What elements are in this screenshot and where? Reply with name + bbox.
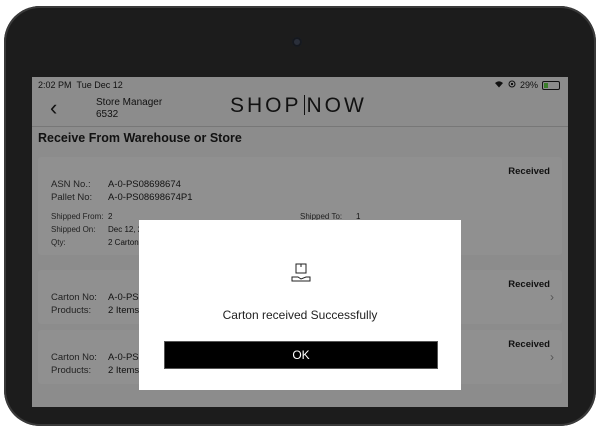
shipped-from-label: Shipped From: — [51, 212, 104, 221]
app-header: ‹ Store Manager 6532 SHOP NOW — [32, 93, 568, 125]
header-divider — [32, 126, 568, 127]
carton-label: Carton No: — [51, 352, 97, 363]
battery-percent: 29% — [519, 80, 538, 90]
chevron-right-icon[interactable]: › — [550, 350, 554, 364]
pallet-value: A-0-PS08698674P1 — [108, 192, 193, 203]
asn-value: A-0-PS08698674 — [108, 179, 181, 190]
status-badge: Received — [508, 339, 550, 350]
products-value: 2 Items — [108, 365, 140, 376]
status-badge: Received — [508, 166, 550, 177]
wifi-icon — [494, 80, 504, 90]
store-title: Store Manager — [96, 97, 163, 108]
shipped-on-value: Dec 12, 2 — [108, 225, 143, 234]
products-label: Products: — [51, 305, 92, 316]
store-id: 6532 — [96, 109, 119, 120]
battery-icon — [542, 80, 560, 90]
ok-button[interactable]: OK — [164, 341, 438, 369]
qty-value: 2 Carton — [108, 238, 139, 247]
camera-icon — [292, 37, 302, 47]
app-screen: 2:02 PM Tue Dec 12 29% ‹ Store Manager 6… — [32, 77, 568, 407]
chevron-left-icon[interactable]: ‹ — [50, 97, 57, 119]
device-frame: 2:02 PM Tue Dec 12 29% ‹ Store Manager 6… — [0, 0, 600, 426]
carton-label: Carton No: — [51, 292, 97, 303]
status-date: Tue Dec 12 — [76, 80, 123, 90]
shipped-from-value: 2 — [108, 212, 113, 221]
products-label: Products: — [51, 365, 92, 376]
qty-label: Qty: — [51, 238, 66, 247]
asn-label: ASN No.: — [51, 179, 91, 190]
status-right: 29% — [494, 80, 560, 90]
dialog-message: Carton received Successfully — [222, 308, 378, 322]
products-value: 2 Items — [108, 305, 140, 316]
rotation-lock-icon — [508, 80, 516, 90]
status-time: 2:02 PM Tue Dec 12 — [38, 80, 123, 90]
logo-separator — [303, 95, 305, 115]
success-dialog: Carton received Successfully OK — [139, 220, 461, 390]
shipped-on-label: Shipped On: — [51, 225, 96, 234]
box-in-hand-icon — [290, 262, 312, 284]
status-badge: Received — [508, 279, 550, 290]
page-title: Receive From Warehouse or Store — [38, 131, 242, 145]
status-time-text: 2:02 PM — [38, 80, 72, 90]
logo-right: NOW — [306, 94, 367, 117]
carton-value: A-0-PS — [108, 292, 139, 303]
shop-now-logo: SHOP NOW — [230, 94, 367, 118]
chevron-right-icon[interactable]: › — [550, 290, 554, 304]
pallet-label: Pallet No: — [51, 192, 93, 203]
logo-left: SHOP — [230, 94, 302, 117]
carton-value: A-0-PS — [108, 352, 139, 363]
status-bar: 2:02 PM Tue Dec 12 29% — [32, 77, 568, 93]
